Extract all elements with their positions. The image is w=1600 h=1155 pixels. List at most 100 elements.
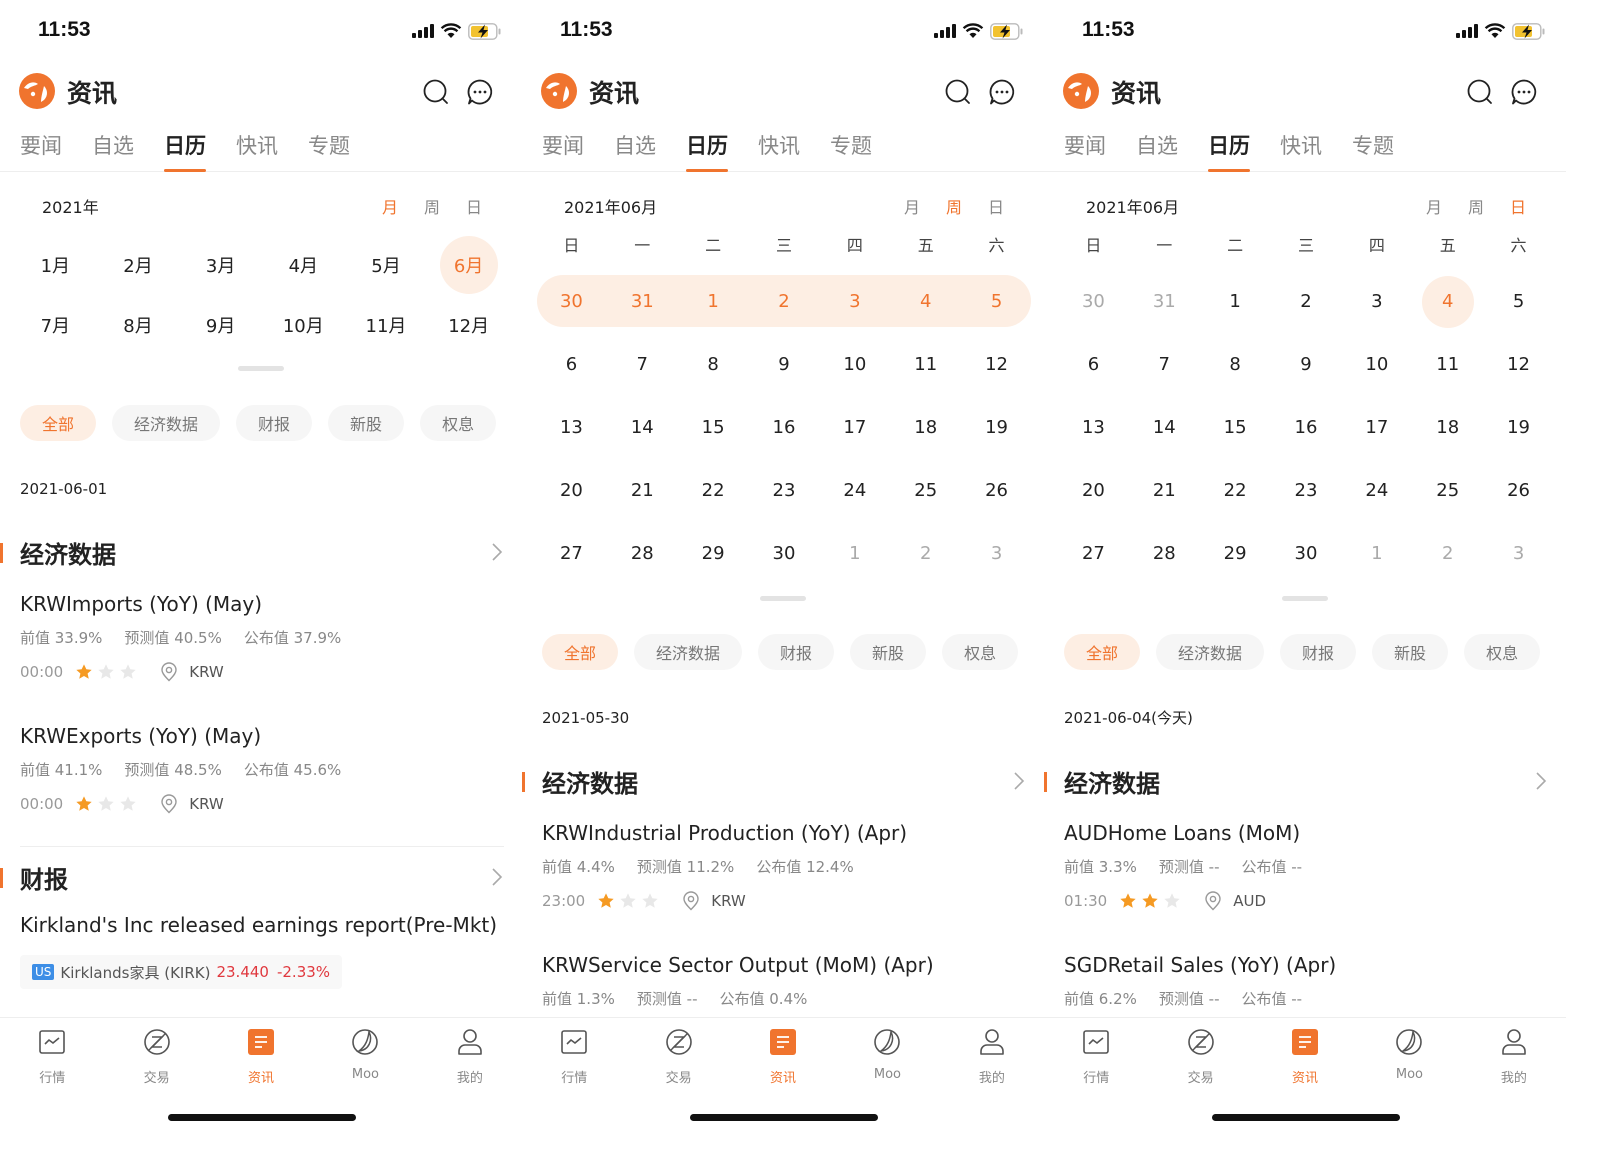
tab-要闻[interactable]: 要闻 — [542, 130, 584, 172]
day-cell[interactable]: 7 — [1129, 333, 1200, 396]
day-cell[interactable]: 20 — [536, 459, 607, 522]
nav-item-me[interactable]: 我的 — [940, 1026, 1044, 1098]
section-header[interactable]: 财报 — [0, 847, 522, 907]
section-header[interactable]: 经济数据 — [522, 751, 1044, 811]
day-cell[interactable]: 21 — [1129, 459, 1200, 522]
day-cell[interactable]: 3 — [1341, 270, 1412, 333]
day-cell[interactable]: 10 — [1341, 333, 1412, 396]
day-cell[interactable]: 17 — [819, 396, 890, 459]
tab-自选[interactable]: 自选 — [614, 130, 656, 172]
day-cell[interactable]: 1 — [678, 270, 749, 333]
filter-chip[interactable]: 全部 — [20, 405, 97, 441]
tab-自选[interactable]: 自选 — [1136, 130, 1178, 172]
day-cell[interactable]: 2 — [1412, 522, 1483, 585]
nav-item-me[interactable]: 我的 — [418, 1026, 522, 1098]
day-cell[interactable]: 1 — [1200, 270, 1271, 333]
day-cell[interactable]: 2 — [749, 270, 820, 333]
view-mode-day[interactable]: 日 — [988, 194, 1004, 218]
day-cell[interactable]: 11 — [1412, 333, 1483, 396]
day-cell[interactable]: 19 — [961, 396, 1032, 459]
day-cell[interactable]: 6 — [536, 333, 607, 396]
search-icon[interactable] — [944, 78, 972, 106]
section-header[interactable]: 经济数据 — [1044, 751, 1566, 811]
day-cell[interactable]: 26 — [961, 459, 1032, 522]
month-cell[interactable]: 3月 — [179, 236, 262, 294]
day-cell[interactable]: 31 — [607, 270, 678, 333]
tab-专题[interactable]: 专题 — [308, 130, 350, 172]
day-cell[interactable]: 2 — [890, 522, 961, 585]
tab-要闻[interactable]: 要闻 — [1064, 130, 1106, 172]
day-cell[interactable]: 30 — [536, 270, 607, 333]
nav-item-trade[interactable]: 交易 — [626, 1026, 730, 1098]
day-cell[interactable]: 18 — [1412, 396, 1483, 459]
day-cell[interactable]: 1 — [819, 522, 890, 585]
day-cell[interactable]: 17 — [1341, 396, 1412, 459]
tab-日历[interactable]: 日历 — [1208, 130, 1250, 172]
tab-日历[interactable]: 日历 — [164, 130, 206, 172]
event-item[interactable]: KRWIndustrial Production (YoY) (Apr) 前值 4… — [522, 815, 1044, 943]
day-cell[interactable]: 14 — [1129, 396, 1200, 459]
day-cell[interactable]: 29 — [678, 522, 749, 585]
nav-item-moo[interactable]: Moo — [835, 1026, 939, 1098]
day-cell[interactable]: 28 — [607, 522, 678, 585]
calendar-collapse-handle[interactable] — [238, 366, 284, 371]
day-cell[interactable]: 12 — [961, 333, 1032, 396]
filter-chip[interactable]: 财报 — [236, 405, 313, 441]
day-cell[interactable]: 20 — [1058, 459, 1129, 522]
calendar-collapse-handle[interactable] — [760, 596, 806, 601]
filter-chip[interactable]: 全部 — [1064, 634, 1141, 670]
nav-item-market[interactable]: 行情 — [1044, 1026, 1148, 1098]
message-icon[interactable] — [988, 78, 1016, 106]
day-cell[interactable]: 22 — [678, 459, 749, 522]
tab-要闻[interactable]: 要闻 — [20, 130, 62, 172]
day-cell[interactable]: 30 — [1271, 522, 1342, 585]
day-cell[interactable]: 10 — [819, 333, 890, 396]
view-mode-day[interactable]: 日 — [466, 194, 482, 218]
day-cell[interactable]: 3 — [1483, 522, 1554, 585]
day-cell[interactable]: 3 — [819, 270, 890, 333]
day-cell[interactable]: 16 — [1271, 396, 1342, 459]
view-mode-month[interactable]: 月 — [904, 194, 920, 218]
month-cell[interactable]: 7月 — [14, 296, 97, 354]
filter-chip[interactable]: 权息 — [1464, 634, 1541, 670]
day-cell[interactable]: 5 — [961, 270, 1032, 333]
day-cell[interactable]: 26 — [1483, 459, 1554, 522]
stock-chip[interactable]: US Kirklands家具 (KIRK) 23.440 -2.33% — [20, 955, 343, 989]
month-cell[interactable]: 12月 — [427, 296, 510, 354]
day-cell[interactable]: 6 — [1058, 333, 1129, 396]
day-cell[interactable]: 30 — [749, 522, 820, 585]
month-cell[interactable]: 1月 — [14, 236, 97, 294]
day-cell[interactable]: 4 — [890, 270, 961, 333]
filter-chip[interactable]: 权息 — [420, 405, 497, 441]
filter-chip[interactable]: 全部 — [542, 634, 619, 670]
filter-chip[interactable]: 财报 — [1280, 634, 1357, 670]
filter-chip[interactable]: 新股 — [328, 405, 405, 441]
day-cell[interactable]: 16 — [749, 396, 820, 459]
tab-快讯[interactable]: 快讯 — [758, 130, 800, 172]
month-cell[interactable]: 6月 — [427, 236, 510, 294]
day-cell[interactable]: 15 — [1200, 396, 1271, 459]
tab-快讯[interactable]: 快讯 — [236, 130, 278, 172]
nav-item-moo[interactable]: Moo — [1357, 1026, 1461, 1098]
day-cell-selected[interactable]: 4 — [1412, 270, 1483, 333]
nav-item-market[interactable]: 行情 — [522, 1026, 626, 1098]
day-cell[interactable]: 8 — [678, 333, 749, 396]
day-cell[interactable]: 27 — [536, 522, 607, 585]
message-icon[interactable] — [1510, 78, 1538, 106]
filter-chip[interactable]: 经济数据 — [1156, 634, 1265, 670]
day-cell[interactable]: 3 — [961, 522, 1032, 585]
calendar-collapse-handle[interactable] — [1282, 596, 1328, 601]
month-cell[interactable]: 10月 — [262, 296, 345, 354]
section-header[interactable]: 经济数据 — [0, 522, 522, 582]
tab-自选[interactable]: 自选 — [92, 130, 134, 172]
view-mode-week[interactable]: 周 — [424, 194, 440, 218]
nav-item-market[interactable]: 行情 — [0, 1026, 104, 1098]
month-cell[interactable]: 4月 — [262, 236, 345, 294]
filter-chip[interactable]: 权息 — [942, 634, 1019, 670]
day-cell[interactable]: 24 — [819, 459, 890, 522]
tab-专题[interactable]: 专题 — [1352, 130, 1394, 172]
day-cell[interactable]: 23 — [1271, 459, 1342, 522]
day-cell[interactable]: 23 — [749, 459, 820, 522]
earnings-title[interactable]: Kirkland's Inc released earnings report(… — [0, 907, 522, 943]
month-cell[interactable]: 5月 — [345, 236, 428, 294]
